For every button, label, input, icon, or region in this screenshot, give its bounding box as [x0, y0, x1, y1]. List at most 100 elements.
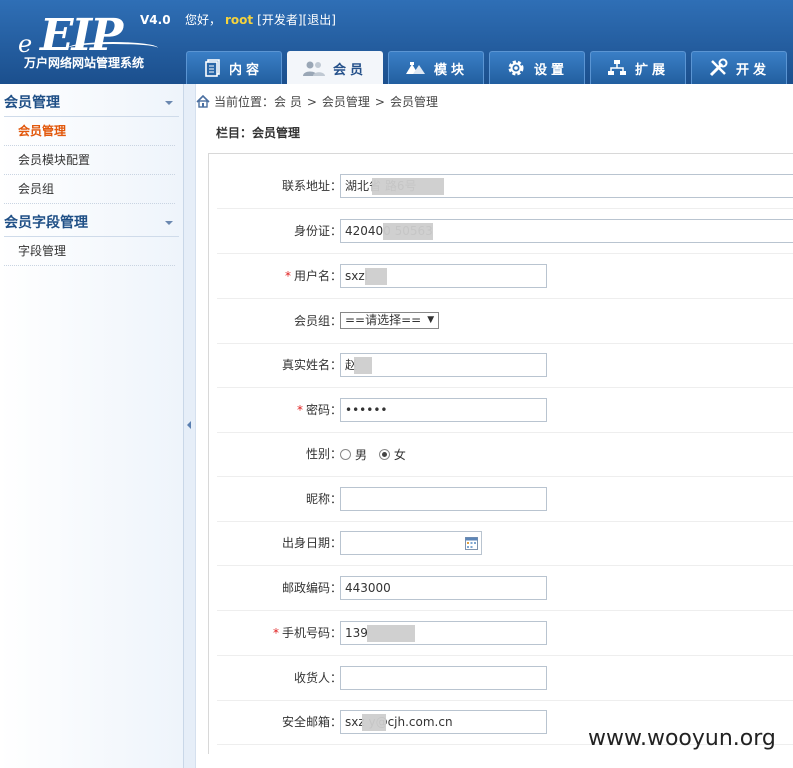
form-row-mobile: * 手机号码： 139: [217, 611, 793, 656]
sidebar-item-field-management[interactable]: 字段管理: [4, 237, 175, 266]
mobile-label-wrap: * 手机号码：: [273, 611, 342, 655]
form-row-gender: 性别： 男 女: [217, 432, 793, 477]
member-group-label: 会员组：: [293, 314, 342, 328]
gender-male-label: 男: [355, 448, 368, 462]
breadcrumb-separator: >: [374, 94, 385, 109]
tab-develop[interactable]: 开发: [691, 51, 787, 84]
username-text: root: [225, 13, 254, 27]
radio-on-icon: [378, 449, 390, 460]
form-row-address: 联系地址： 湖北省 路6号: [217, 164, 793, 209]
sidebar-group-title: 会员管理: [4, 95, 60, 111]
tab-content[interactable]: 内容: [186, 51, 282, 84]
radio-off-icon: [340, 449, 351, 460]
calendar-icon[interactable]: [465, 537, 478, 550]
tab-settings[interactable]: 设置: [489, 51, 585, 84]
password-label: 密码：: [305, 403, 342, 417]
tab-members-label: 会员: [332, 62, 367, 78]
tab-modules[interactable]: 模块: [388, 51, 484, 84]
address-label: 联系地址：: [281, 179, 342, 193]
chevron-left-icon: [187, 421, 191, 429]
form-row-recipient: 收货人：: [217, 656, 793, 701]
tab-members[interactable]: 会员: [287, 51, 383, 84]
redaction-blur: [383, 223, 433, 240]
main-content: 当前位置： 会 员 > 会员管理 > 会员管理 栏目：会员管理 联系地址： 湖北…: [196, 84, 793, 768]
required-marker: *: [272, 626, 279, 640]
form-row-member-group: 会员组： ==请选择== ▼: [217, 299, 793, 344]
form-row-username: * 用户名： sxzl: [217, 254, 793, 299]
breadcrumb-separator: >: [306, 94, 317, 109]
password-field[interactable]: ••••••: [340, 398, 547, 422]
tab-settings-label: 设置: [533, 62, 568, 78]
real-name-label: 真实姓名：: [281, 358, 342, 372]
sidebar-group-member-management[interactable]: 会员管理: [4, 90, 179, 117]
logo-version: V4.0: [140, 13, 171, 27]
sidebar-item-member-module-config[interactable]: 会员模块配置: [4, 146, 175, 175]
logo-swoosh: [68, 42, 158, 54]
document-icon: [205, 59, 220, 77]
sitemap-icon: [607, 60, 626, 75]
user-bar: 您好， root [开发者][退出]: [185, 11, 336, 28]
breadcrumb-link-member-management[interactable]: 会员管理: [322, 93, 370, 110]
username-label-wrap: * 用户名：: [285, 254, 342, 298]
logout-link[interactable]: [退出]: [303, 13, 336, 27]
sidebar-group-title: 会员字段管理: [4, 215, 88, 231]
chevron-down-icon: [165, 101, 173, 105]
required-marker: *: [296, 403, 303, 417]
password-label-wrap: * 密码：: [297, 388, 342, 432]
recipient-label: 收货人：: [293, 671, 342, 685]
breadcrumb-current[interactable]: 会员管理: [390, 93, 438, 110]
role-link[interactable]: [开发者]: [257, 13, 302, 27]
breadcrumb: 当前位置： 会 员 > 会员管理 > 会员管理: [196, 93, 438, 110]
tab-develop-label: 开发: [735, 62, 770, 78]
email-label: 安全邮箱：: [281, 715, 342, 729]
modules-icon: [405, 62, 425, 74]
nickname-field[interactable]: [340, 487, 547, 511]
tab-content-label: 内容: [228, 62, 263, 78]
sidebar-collapse-handle[interactable]: [184, 84, 196, 768]
sidebar-item-member-groups[interactable]: 会员组: [4, 175, 175, 204]
sidebar: 会员管理 会员管理 会员模块配置 会员组 会员字段管理 字段管理: [0, 84, 184, 768]
id-card-label: 身份证：: [293, 224, 342, 238]
breadcrumb-prefix: 当前位置：: [214, 95, 275, 109]
tab-modules-label: 模块: [433, 62, 468, 78]
redaction-blur: [365, 268, 387, 285]
tab-extend[interactable]: 扩展: [590, 51, 686, 84]
dropdown-arrow-icon: ▼: [427, 315, 435, 325]
watermark: www.wooyun.org: [588, 726, 776, 751]
mobile-label: 手机号码：: [281, 626, 342, 640]
tools-icon: [709, 58, 728, 77]
redaction-blur: [354, 357, 372, 374]
gender-label: 性别：: [305, 447, 342, 461]
recipient-field[interactable]: [340, 666, 547, 690]
users-icon: [302, 61, 325, 76]
required-marker: *: [284, 269, 291, 283]
form-row-real-name: 真实姓名： 赵: [217, 343, 793, 388]
form-row-nickname: 昵称：: [217, 477, 793, 522]
birthdate-field[interactable]: [340, 531, 482, 555]
member-form: 联系地址： 湖北省 路6号 身份证： 420400 50563 *用户名： sx…: [208, 153, 793, 754]
redaction-blur: [362, 714, 386, 731]
postcode-label: 邮政编码：: [281, 581, 342, 595]
gender-female-radio[interactable]: 女: [378, 446, 406, 463]
greeting-text: 您好，: [185, 13, 222, 27]
sidebar-item-member-management[interactable]: 会员管理: [4, 117, 175, 146]
nickname-label: 昵称：: [305, 492, 342, 506]
breadcrumb-link-members[interactable]: 会 员: [274, 93, 302, 110]
gear-icon: [508, 60, 524, 76]
redaction-blur: [372, 178, 444, 195]
gender-female-label: 女: [393, 448, 406, 462]
column-title: 栏目：会员管理: [216, 126, 301, 140]
logo: e EIP V4.0 万户网络网站管理系统: [18, 8, 178, 78]
form-row-birthdate: 出身日期：: [217, 521, 793, 566]
form-row-postcode: 邮政编码： 443000: [217, 566, 793, 611]
redaction-blur: [367, 625, 415, 642]
postcode-field[interactable]: 443000: [340, 576, 547, 600]
member-group-select[interactable]: ==请选择== ▼: [340, 312, 440, 329]
username-label: 用户名：: [293, 269, 342, 283]
form-row-password: * 密码： ••••••: [217, 388, 793, 433]
gender-male-radio[interactable]: 男: [340, 446, 367, 463]
form-row-id-card: 身份证： 420400 50563: [217, 209, 793, 254]
sidebar-group-field-management[interactable]: 会员字段管理: [4, 210, 179, 237]
logo-subtitle: 万户网络网站管理系统: [24, 56, 145, 70]
main-nav-tabs: 内容 会员 模块 设置 扩展 开发: [186, 51, 792, 84]
